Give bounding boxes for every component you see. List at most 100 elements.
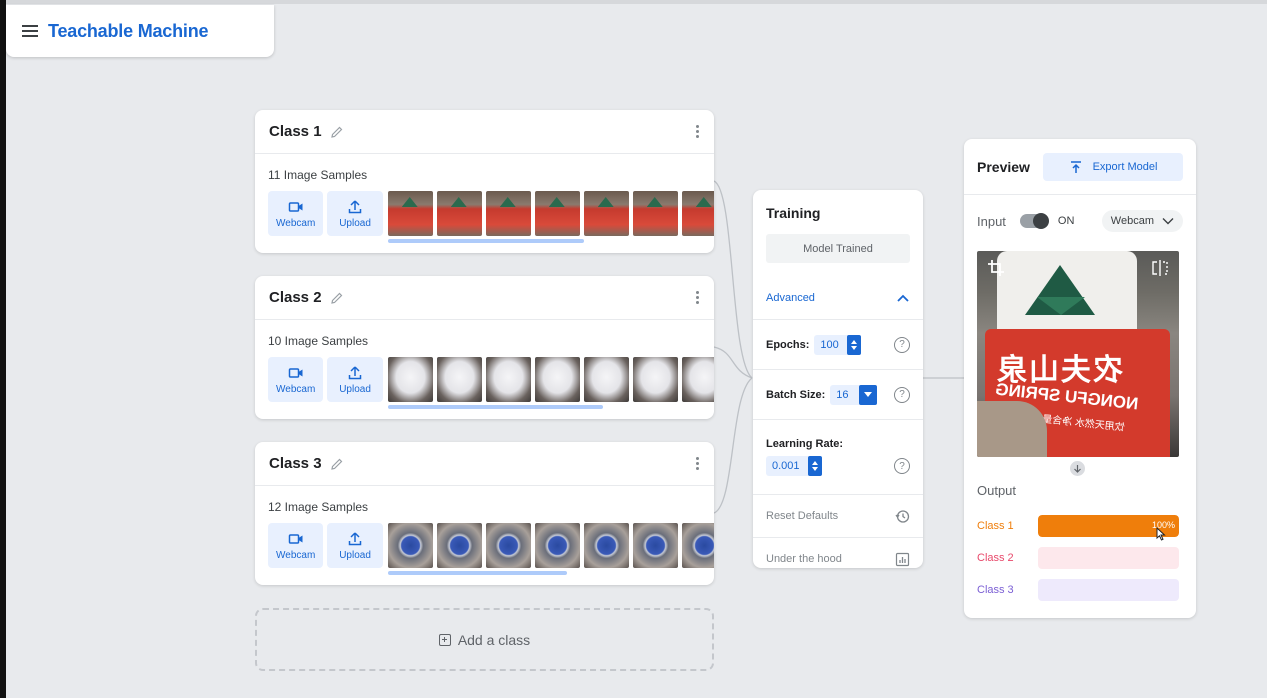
batch-size-row: Batch Size: 16 ? <box>753 370 923 419</box>
pencil-icon[interactable] <box>330 291 344 305</box>
upload-icon <box>348 199 362 213</box>
samples-row: Webcam Upload <box>255 191 714 243</box>
training-title: Training <box>766 205 821 221</box>
sample-thumbnail[interactable] <box>534 191 580 236</box>
sample-thumbnail[interactable] <box>387 523 433 568</box>
more-options-icon[interactable] <box>696 123 700 140</box>
webcam-button[interactable]: Webcam <box>268 191 324 236</box>
add-class-button[interactable]: Add a class <box>255 608 714 671</box>
chevron-down-icon[interactable] <box>858 384 877 405</box>
class-card-2: Class 2 10 Image Samples Webcam Upload <box>255 276 714 419</box>
webcam-icon <box>288 201 303 212</box>
thumbnails-scrollbar[interactable] <box>388 405 603 409</box>
sample-thumbnails <box>387 357 714 402</box>
help-icon[interactable]: ? <box>894 386 910 403</box>
webcam-icon <box>288 533 303 544</box>
sample-thumbnail[interactable] <box>436 523 482 568</box>
sample-thumbnail[interactable] <box>583 191 629 236</box>
sample-thumbnail[interactable] <box>436 191 482 236</box>
epochs-stepper[interactable] <box>846 334 861 355</box>
input-source-select[interactable]: Webcam <box>1101 210 1183 232</box>
help-icon[interactable]: ? <box>894 458 910 474</box>
sample-thumbnail[interactable] <box>485 191 531 236</box>
input-label: Input <box>977 213 1006 229</box>
export-model-label: Export Model <box>1092 160 1158 173</box>
webcam-button[interactable]: Webcam <box>268 523 324 568</box>
upload-icon <box>348 365 362 379</box>
input-toggle[interactable] <box>1019 213 1049 229</box>
add-class-label: Add a class <box>457 631 531 648</box>
class-card-header: Class 1 <box>255 110 714 154</box>
under-the-hood-button[interactable]: Under the hood <box>753 538 923 580</box>
pencil-icon[interactable] <box>330 125 344 139</box>
training-panel: Training Model Trained Advanced Epochs: … <box>753 190 923 568</box>
learning-rate-input[interactable]: 0.001 <box>766 456 822 476</box>
app-header: Teachable Machine <box>6 5 274 57</box>
app-title: Teachable Machine <box>48 20 209 41</box>
upload-icon <box>348 531 362 545</box>
samples-row: Webcam Upload <box>255 357 714 409</box>
flip-icon[interactable] <box>1151 259 1169 277</box>
toggle-state-label: ON <box>1057 215 1075 227</box>
input-row: Input ON Webcam <box>964 195 1196 247</box>
sample-thumbnail[interactable] <box>632 357 678 402</box>
sample-thumbnail[interactable] <box>681 357 714 402</box>
class-name[interactable]: Class 3 <box>269 455 322 472</box>
webcam-icon <box>288 367 303 378</box>
sample-thumbnail[interactable] <box>534 523 580 568</box>
sample-thumbnail[interactable] <box>681 191 714 236</box>
output-class-label: Class 2 <box>977 552 1014 564</box>
sample-thumbnail[interactable] <box>681 523 714 568</box>
history-icon <box>895 509 910 523</box>
webcam-label: Webcam <box>276 549 316 561</box>
sample-thumbnail[interactable] <box>632 191 678 236</box>
top-edge <box>0 0 1267 4</box>
sample-thumbnail[interactable] <box>387 357 433 402</box>
sample-thumbnails <box>387 523 714 568</box>
batch-size-value: 16 <box>836 388 849 401</box>
upload-button[interactable]: Upload <box>327 357 383 402</box>
epochs-label: Epochs: <box>766 338 810 351</box>
menu-icon[interactable] <box>22 25 38 37</box>
sample-thumbnail[interactable] <box>387 191 433 236</box>
pencil-icon[interactable] <box>330 457 344 471</box>
hand-image <box>977 401 1047 457</box>
epochs-input[interactable]: 100 <box>814 334 861 355</box>
help-icon[interactable]: ? <box>894 336 910 353</box>
upload-label: Upload <box>339 549 371 561</box>
learning-rate-value: 0.001 <box>772 460 800 472</box>
reset-defaults-button[interactable]: Reset Defaults <box>753 495 923 537</box>
more-options-icon[interactable] <box>696 289 700 306</box>
sample-count: 11 Image Samples <box>268 168 368 182</box>
sample-thumbnail[interactable] <box>583 357 629 402</box>
batch-size-select[interactable]: 16 <box>830 384 877 405</box>
export-model-button[interactable]: Export Model <box>1043 152 1183 181</box>
thumbnails-scrollbar[interactable] <box>388 571 567 575</box>
crop-icon[interactable] <box>987 259 1005 277</box>
upload-button[interactable]: Upload <box>327 191 383 236</box>
train-model-button[interactable]: Model Trained <box>766 234 910 263</box>
window-edge <box>0 0 6 698</box>
sample-thumbnail[interactable] <box>436 357 482 402</box>
class-name[interactable]: Class 1 <box>269 123 322 140</box>
sample-thumbnail[interactable] <box>583 523 629 568</box>
advanced-toggle[interactable]: Advanced <box>753 277 923 319</box>
output-row-class-1: Class 1 100% <box>977 515 1179 537</box>
sample-thumbnail[interactable] <box>485 357 531 402</box>
webcam-label: Webcam <box>276 383 316 395</box>
sample-thumbnail[interactable] <box>632 523 678 568</box>
webcam-button[interactable]: Webcam <box>268 357 324 402</box>
class-card-header: Class 2 <box>255 276 714 320</box>
sample-thumbnail[interactable] <box>485 523 531 568</box>
upload-button[interactable]: Upload <box>327 523 383 568</box>
webcam-feed: 农夫山泉 NONGFU SPRING 饮用天然水 净含量550ml <box>977 251 1179 457</box>
input-source-value: Webcam <box>1110 215 1154 227</box>
sample-thumbnail[interactable] <box>534 357 580 402</box>
learning-rate-stepper[interactable] <box>807 456 822 476</box>
class-name[interactable]: Class 2 <box>269 289 322 306</box>
thumbnails-scrollbar[interactable] <box>388 239 584 243</box>
output-class-label: Class 1 <box>977 520 1014 532</box>
more-options-icon[interactable] <box>696 455 700 472</box>
output-class-label: Class 3 <box>977 584 1014 596</box>
arrow-down-icon <box>1070 461 1085 476</box>
